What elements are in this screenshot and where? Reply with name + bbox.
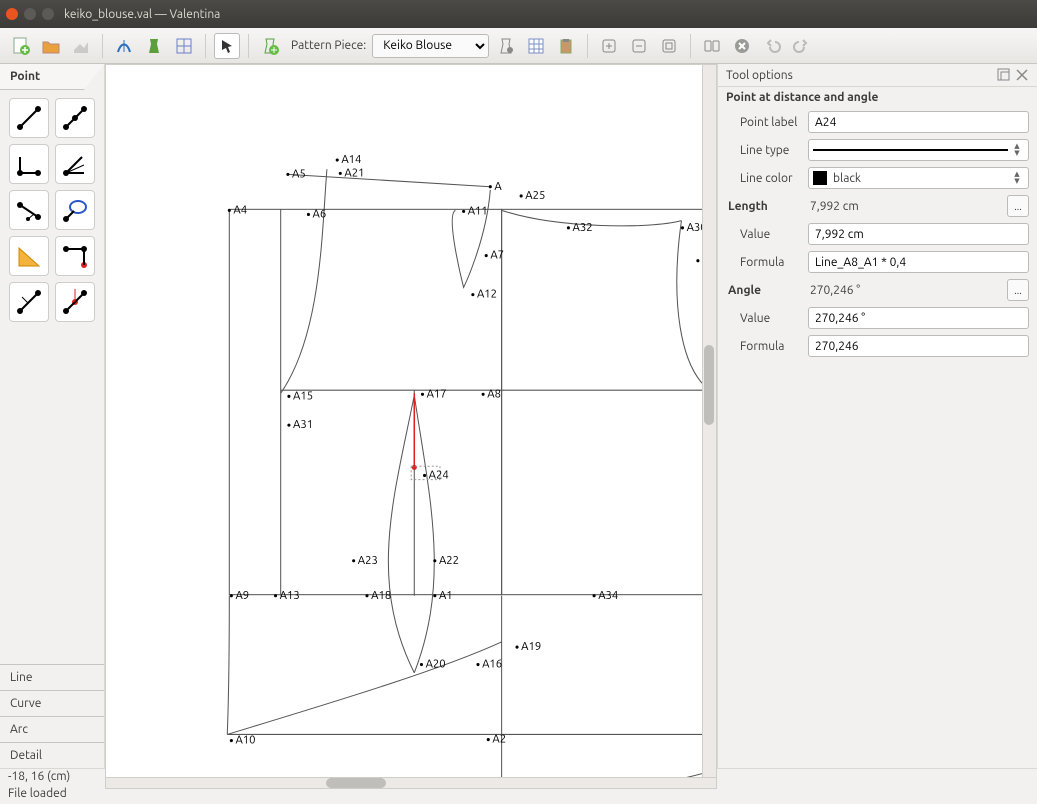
zoom-fit-button[interactable]	[656, 33, 682, 59]
svg-text:A6: A6	[313, 208, 327, 221]
svg-text:A15: A15	[293, 389, 313, 402]
zoom-1-1-button[interactable]	[699, 33, 725, 59]
zoom-out-button[interactable]	[626, 33, 652, 59]
save-file-button[interactable]	[68, 33, 94, 59]
redo-button[interactable]	[789, 33, 815, 59]
tool-bisector[interactable]	[55, 144, 95, 184]
window-title: keiko_blouse.val — Valentina	[64, 8, 220, 21]
tool-endpoint[interactable]	[9, 98, 49, 138]
undo-button[interactable]	[759, 33, 785, 59]
svg-text:A13: A13	[280, 589, 300, 602]
tool-sidebar: Point LineCurveArcDetail	[0, 64, 105, 768]
new-piece-button[interactable]	[257, 33, 283, 59]
config-piece-button[interactable]	[493, 33, 519, 59]
svg-text:A7: A7	[490, 249, 504, 262]
svg-text:A23: A23	[358, 554, 378, 567]
svg-text:A22: A22	[439, 554, 459, 567]
pattern-grid-button[interactable]	[171, 33, 197, 59]
pattern-body-button[interactable]	[141, 33, 167, 59]
svg-text:A8: A8	[487, 387, 501, 400]
tab-curve[interactable]: Curve	[0, 690, 104, 716]
pattern-piece-label: Pattern Piece:	[291, 39, 366, 52]
tool-contact[interactable]	[55, 190, 95, 230]
svg-text:A25: A25	[525, 189, 545, 202]
svg-text:A20: A20	[426, 658, 446, 671]
svg-text:A30: A30	[687, 221, 702, 234]
window-close-icon[interactable]	[6, 8, 18, 20]
point-label-label: Point label	[726, 116, 800, 129]
window-min-icon[interactable]	[24, 8, 36, 20]
length-formula-label: Formula	[726, 256, 800, 269]
svg-text:A21: A21	[344, 166, 364, 179]
pattern-piece-select[interactable]: Keiko Blouse	[372, 34, 489, 58]
svg-text:A12: A12	[477, 288, 497, 301]
angle-value-label: Value	[726, 312, 800, 325]
svg-text:A34: A34	[598, 589, 618, 602]
open-file-button[interactable]	[38, 33, 64, 59]
line-type-select[interactable]: ▲▼	[808, 139, 1029, 161]
svg-text:A16: A16	[482, 658, 502, 671]
window-max-icon[interactable]	[42, 8, 54, 20]
horizontal-scrollbar[interactable]	[105, 778, 717, 789]
svg-text:A: A	[494, 180, 502, 193]
stop-button[interactable]	[729, 33, 755, 59]
svg-text:A1: A1	[439, 589, 453, 602]
tool-along-line[interactable]	[55, 98, 95, 138]
panel-undock-icon[interactable]	[997, 68, 1011, 82]
svg-text:A24: A24	[429, 469, 449, 482]
zoom-in-button[interactable]	[596, 33, 622, 59]
tab-arc[interactable]: Arc	[0, 716, 104, 742]
tab-point[interactable]: Point	[0, 64, 104, 90]
tool-normal[interactable]	[9, 144, 49, 184]
svg-text:A4: A4	[233, 203, 247, 216]
svg-text:A32: A32	[573, 221, 593, 234]
main-toolbar: Pattern Piece: Keiko Blouse	[0, 28, 1037, 64]
titlebar: keiko_blouse.val — Valentina	[0, 0, 1037, 28]
panel-title: Tool options	[726, 69, 793, 82]
svg-text:A31: A31	[293, 418, 313, 431]
angle-formula-input[interactable]	[808, 335, 1029, 357]
line-color-select[interactable]: black▲▼	[808, 167, 1029, 189]
panel-close-icon[interactable]	[1015, 68, 1029, 82]
vertical-scrollbar[interactable]	[703, 64, 717, 778]
svg-text:A2: A2	[492, 733, 506, 746]
measurements-button[interactable]	[111, 33, 137, 59]
angle-formula-label: Formula	[726, 340, 800, 353]
point-label-input[interactable]	[808, 111, 1029, 133]
tool-height[interactable]	[9, 282, 49, 322]
length-value-input[interactable]	[808, 223, 1029, 245]
svg-text:A18: A18	[371, 589, 391, 602]
angle-expand-button[interactable]: ...	[1007, 279, 1029, 301]
svg-text:A17: A17	[427, 387, 447, 400]
length-formula-input[interactable]	[808, 251, 1029, 273]
line-type-label: Line type	[726, 144, 800, 157]
clipboard-button[interactable]	[553, 33, 579, 59]
svg-text:A5: A5	[292, 167, 306, 180]
tab-line[interactable]: Line	[0, 664, 104, 690]
angle-label: Angle	[726, 284, 800, 297]
svg-text:A19: A19	[521, 640, 541, 653]
drawing-canvas[interactable]: A4A5A14A21A6AA25A11A7A12A32A29A30A26A35A…	[105, 64, 703, 778]
tool-shoulder[interactable]	[9, 190, 49, 230]
svg-text:A9: A9	[235, 589, 249, 602]
angle-value-input[interactable]	[808, 307, 1029, 329]
tool-line-intersect-axis[interactable]	[55, 282, 95, 322]
length-value-label: Value	[726, 228, 800, 241]
length-expand-button[interactable]: ...	[1007, 195, 1029, 217]
angle-display: 270,246 °	[808, 284, 999, 297]
tool-options-panel: Tool options Point at distance and angle…	[717, 64, 1037, 768]
table-button[interactable]	[523, 33, 549, 59]
svg-text:A11: A11	[468, 204, 488, 217]
new-file-button[interactable]	[8, 33, 34, 59]
tool-point-intersect[interactable]	[55, 236, 95, 276]
line-color-label: Line color	[726, 172, 800, 185]
length-label: Length	[726, 200, 800, 213]
pointer-tool-button[interactable]	[214, 33, 240, 59]
tab-detail[interactable]: Detail	[0, 742, 104, 768]
svg-text:A10: A10	[235, 734, 255, 747]
length-display: 7,992 cm	[808, 200, 999, 213]
section-title: Point at distance and angle	[718, 87, 1037, 108]
tool-triangle[interactable]	[9, 236, 49, 276]
svg-text:A14: A14	[341, 153, 361, 166]
